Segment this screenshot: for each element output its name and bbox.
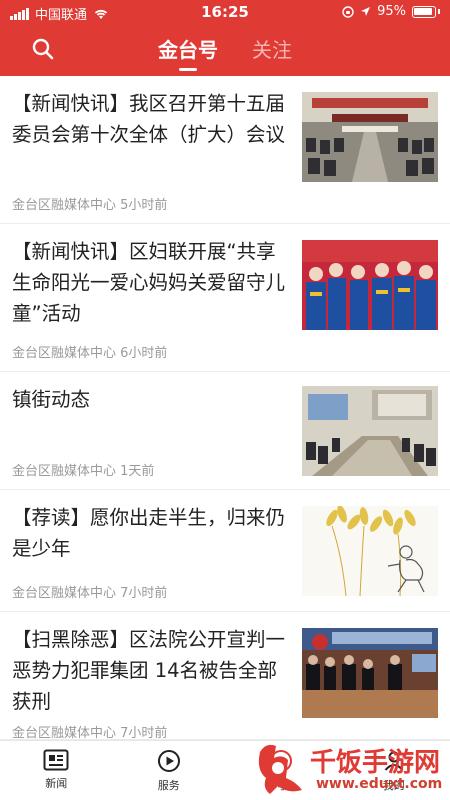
news-feed: 【新闻快讯】我区召开第十五届委员会第十次全体（扩大）会议 金台区融媒体中心 5小…: [0, 76, 450, 740]
tab-jintaihao[interactable]: 金台号: [158, 34, 218, 71]
header-tabs: 金台号 关注: [0, 34, 450, 71]
news-meta: 金台区融媒体中心 7小时前: [12, 722, 167, 740]
news-time: 6小时前: [120, 346, 168, 361]
news-time: 5小时前: [120, 198, 168, 213]
news-time: 7小时前: [120, 726, 168, 740]
news-source: 金台区融媒体中心: [12, 726, 117, 740]
app-header: 金台号 关注: [0, 24, 450, 76]
nav-label: 服务: [157, 779, 180, 792]
news-source: 金台区融媒体中心: [12, 198, 117, 213]
watermark-text: 千饭手游网: [310, 748, 441, 778]
news-thumbnail: [302, 92, 438, 182]
news-thumbnail: [302, 386, 438, 476]
news-title: 镇街动态: [12, 388, 91, 411]
site-watermark: 千饭手游网 www.eduxt.com: [252, 736, 450, 800]
watermark-logo-icon: [258, 744, 302, 794]
tab-follow[interactable]: 关注: [252, 34, 292, 71]
battery-icon: [412, 5, 436, 18]
news-item[interactable]: 【新闻快讯】区妇联开展“共享生命阳光一爱心妈妈关爱留守儿童”活动 金台区融媒体中…: [0, 224, 450, 372]
news-time: 1天前: [120, 464, 155, 479]
news-thumbnail: [302, 240, 438, 330]
top-bar: 中国联通 16:25 95% 金台号 关注: [0, 0, 450, 76]
news-meta: 金台区融媒体中心 5小时前: [12, 194, 167, 213]
news-title: 【新闻快讯】区妇联开展“共享生命阳光一爱心妈妈关爱留守儿童”活动: [12, 240, 286, 325]
news-meta: 金台区融媒体中心 1天前: [12, 460, 154, 479]
news-source: 金台区融媒体中心: [12, 464, 117, 479]
nav-service[interactable]: 服务: [113, 741, 226, 800]
news-icon: [43, 749, 69, 771]
location-icon: [361, 7, 371, 16]
news-meta: 金台区融媒体中心 6小时前: [12, 342, 167, 361]
news-thumbnail: [302, 506, 438, 596]
news-title: 【新闻快讯】我区召开第十五届委员会第十次全体（扩大）会议: [12, 92, 286, 146]
news-item[interactable]: 镇街动态 金台区融媒体中心 1天前: [0, 372, 450, 490]
news-title: 【扫黑除恶】区法院公开宣判一恶势力犯罪集团 14名被告全部获刑: [12, 628, 286, 713]
news-meta: 金台区融媒体中心 7小时前: [12, 582, 167, 601]
news-item[interactable]: 【扫黑除恶】区法院公开宣判一恶势力犯罪集团 14名被告全部获刑 金台区融媒体中心…: [0, 612, 450, 740]
status-bar: 中国联通 16:25 95%: [0, 0, 450, 24]
battery-percent: 95%: [377, 4, 406, 19]
nav-label: 新闻: [45, 777, 68, 790]
watermark-url: www.eduxt.com: [316, 776, 443, 792]
play-icon: [157, 750, 180, 772]
news-title: 【荐读】愿你出走半生，归来仍是少年: [12, 506, 286, 560]
news-source: 金台区融媒体中心: [12, 346, 117, 361]
news-source: 金台区融媒体中心: [12, 586, 117, 601]
news-thumbnail: [302, 628, 438, 718]
news-time: 7小时前: [120, 586, 168, 601]
news-item[interactable]: 【荐读】愿你出走半生，归来仍是少年 金台区融媒体中心 7小时前: [0, 490, 450, 612]
rotation-lock-icon: [342, 5, 354, 18]
nav-news[interactable]: 新闻: [0, 741, 113, 800]
news-item[interactable]: 【新闻快讯】我区召开第十五届委员会第十次全体（扩大）会议 金台区融媒体中心 5小…: [0, 76, 450, 224]
active-tab-indicator: [179, 68, 197, 71]
